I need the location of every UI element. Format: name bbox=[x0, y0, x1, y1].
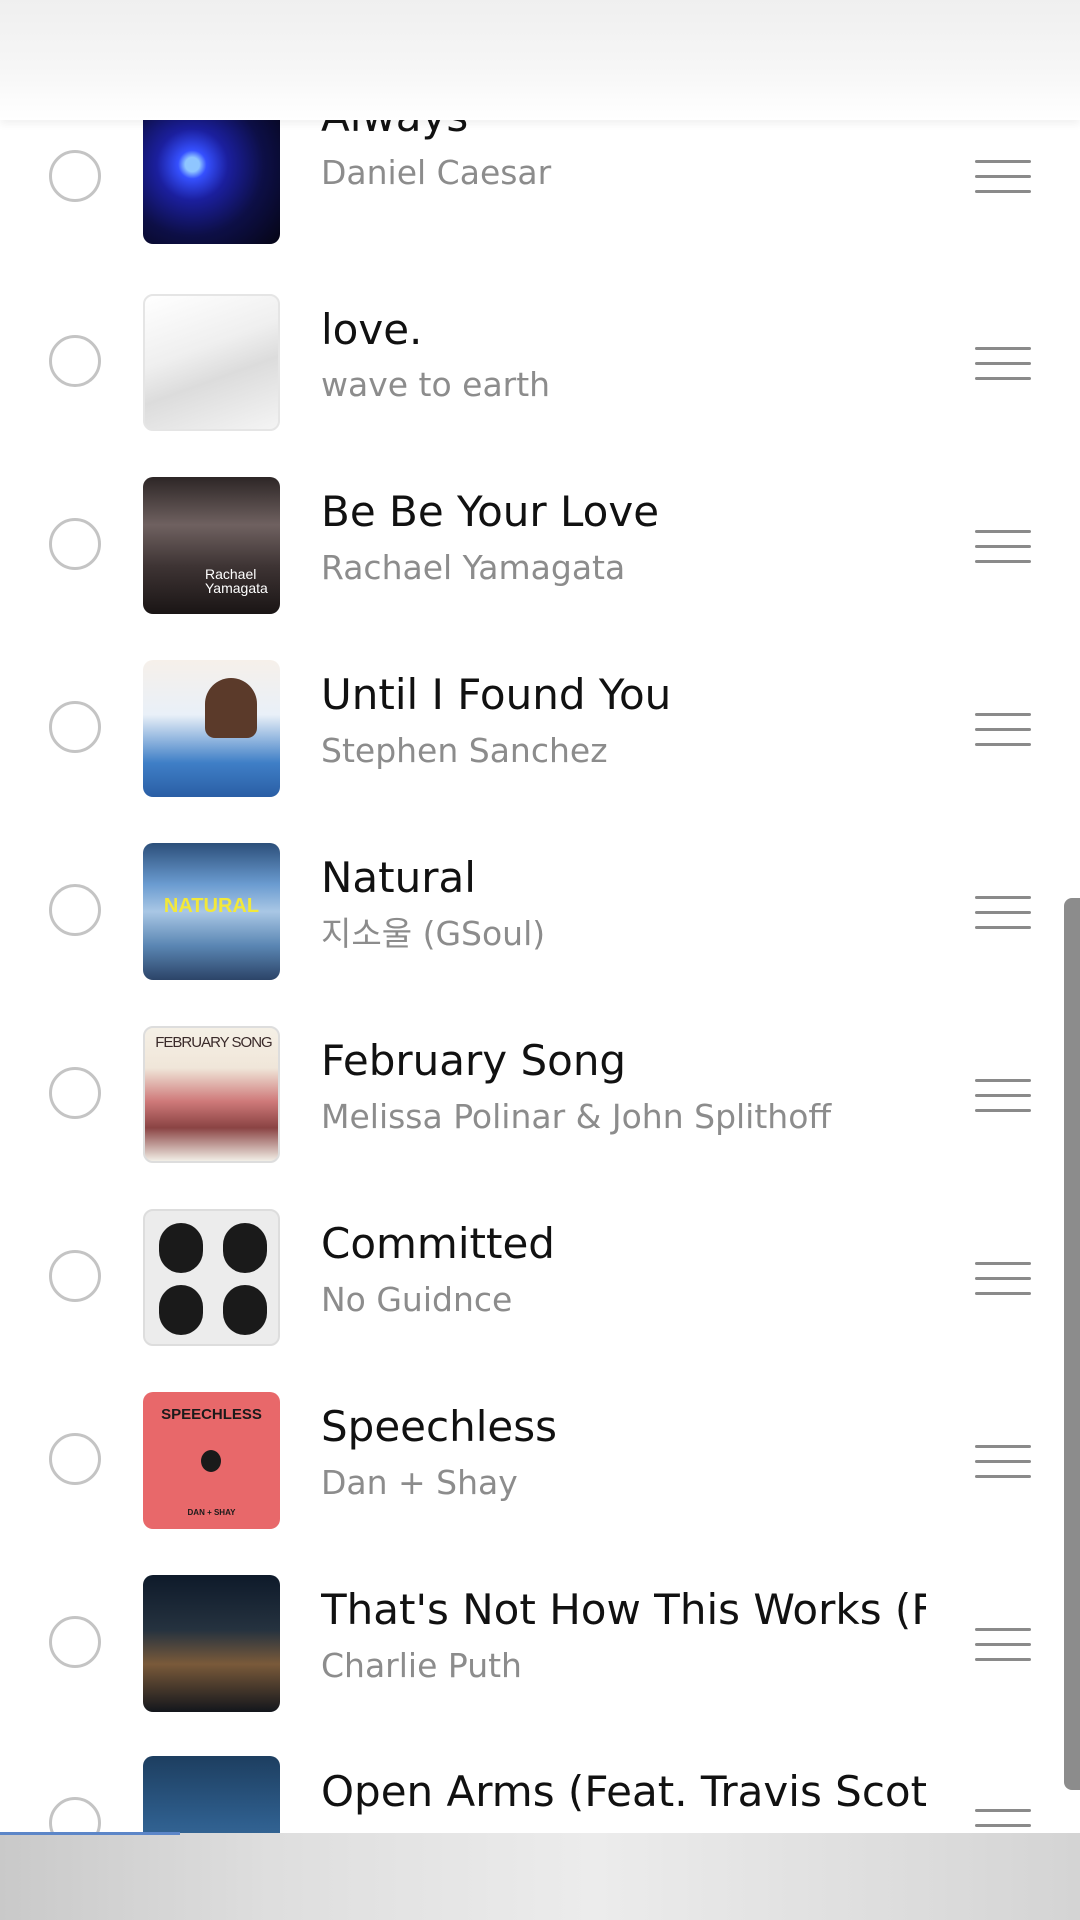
album-art-february-song: FEBRUARY SONG bbox=[143, 1026, 280, 1163]
track-title: Committed bbox=[321, 1219, 555, 1268]
drag-handle-icon[interactable] bbox=[975, 1079, 1031, 1112]
bottom-accent-line bbox=[0, 1832, 180, 1835]
track-row[interactable]: Until I Found You Stephen Sanchez bbox=[0, 639, 1080, 822]
track-title: Always bbox=[321, 120, 926, 142]
track-artist: Melissa Polinar & John Splithoff bbox=[321, 1097, 832, 1136]
track-title: Be Be Your Love bbox=[321, 487, 660, 536]
scrollbar[interactable] bbox=[1064, 898, 1080, 1790]
drag-handle-icon[interactable] bbox=[975, 1445, 1031, 1478]
album-art-speechless: SPEECHLESS DAN + SHAY bbox=[143, 1392, 280, 1529]
drag-handle-icon[interactable] bbox=[975, 1262, 1031, 1295]
track-artist: Rachael Yamagata bbox=[321, 548, 626, 587]
track-row[interactable]: That's Not How This Works (Fe.. Charlie … bbox=[0, 1554, 1080, 1737]
track-row[interactable]: SPEECHLESS DAN + SHAY Speechless Dan + S… bbox=[0, 1371, 1080, 1554]
drag-handle-icon[interactable] bbox=[975, 530, 1031, 563]
track-title: That's Not How This Works (Fe.. bbox=[321, 1585, 926, 1634]
track-title: Until I Found You bbox=[321, 670, 672, 719]
select-checkbox[interactable] bbox=[49, 1797, 101, 1833]
album-art-label: SPEECHLESS bbox=[161, 1406, 262, 1423]
silhouette-shape bbox=[159, 1223, 203, 1273]
select-checkbox[interactable] bbox=[49, 1433, 101, 1485]
track-title: Speechless bbox=[321, 1402, 557, 1451]
track-title: Open Arms (Feat. Travis Scott) bbox=[321, 1767, 926, 1816]
album-art-label: Rachael Yamagata bbox=[205, 566, 268, 596]
drag-handle-icon[interactable] bbox=[975, 1628, 1031, 1661]
top-app-bar bbox=[0, 0, 1080, 120]
select-checkbox[interactable] bbox=[49, 701, 101, 753]
track-list[interactable]: Always Daniel Caesar love. wave to earth… bbox=[0, 120, 1080, 1833]
album-art-label: NATURAL bbox=[163, 895, 260, 917]
silhouette-shape bbox=[223, 1223, 267, 1273]
track-artist: Stephen Sanchez bbox=[321, 731, 608, 770]
drag-handle-icon[interactable] bbox=[975, 713, 1031, 746]
drag-handle-icon[interactable] bbox=[975, 1809, 1031, 1833]
album-art-label: FEBRUARY SONG bbox=[155, 1034, 272, 1051]
portrait-shape bbox=[205, 678, 257, 738]
bottom-bar bbox=[0, 1833, 1080, 1920]
track-row[interactable]: love. wave to earth bbox=[0, 273, 1080, 456]
track-title: Natural bbox=[321, 853, 476, 902]
album-art-thats-not-how-this-works bbox=[143, 1575, 280, 1712]
drag-handle-icon[interactable] bbox=[975, 347, 1031, 380]
track-row[interactable]: Rachael Yamagata Be Be Your Love Rachael… bbox=[0, 456, 1080, 639]
select-checkbox[interactable] bbox=[49, 1616, 101, 1668]
track-title: February Song bbox=[321, 1036, 627, 1085]
album-art-until-i-found-you bbox=[143, 660, 280, 797]
album-art-be-be-your-love: Rachael Yamagata bbox=[143, 477, 280, 614]
track-artist: wave to earth bbox=[321, 365, 551, 404]
track-row[interactable]: FEBRUARY SONG February Song Melissa Poli… bbox=[0, 1005, 1080, 1188]
track-title: love. bbox=[321, 305, 423, 354]
album-art-always bbox=[143, 120, 280, 244]
select-checkbox[interactable] bbox=[49, 1250, 101, 1302]
select-checkbox[interactable] bbox=[49, 884, 101, 936]
select-checkbox[interactable] bbox=[49, 335, 101, 387]
track-artist: Dan + Shay bbox=[321, 1463, 518, 1502]
track-row[interactable]: Always Daniel Caesar bbox=[0, 120, 1080, 273]
track-artist: Charlie Puth bbox=[321, 1646, 522, 1685]
track-row[interactable]: Open Arms (Feat. Travis Scott) bbox=[0, 1737, 1080, 1833]
silhouette-shape bbox=[159, 1285, 203, 1335]
track-row[interactable]: Committed No Guidnce bbox=[0, 1188, 1080, 1371]
select-checkbox[interactable] bbox=[49, 1067, 101, 1119]
album-art-sublabel: DAN + SHAY bbox=[187, 1508, 236, 1517]
track-artist: No Guidnce bbox=[321, 1280, 513, 1319]
album-art-open-arms bbox=[143, 1756, 280, 1833]
drag-handle-icon[interactable] bbox=[975, 896, 1031, 929]
track-artist: 지소울 (GSoul) bbox=[321, 914, 546, 953]
silhouette-shape bbox=[223, 1285, 267, 1335]
track-artist: Daniel Caesar bbox=[321, 153, 552, 192]
album-art-natural: NATURAL bbox=[143, 843, 280, 980]
select-checkbox[interactable] bbox=[49, 518, 101, 570]
track-row[interactable]: NATURAL Natural 지소울 (GSoul) bbox=[0, 822, 1080, 1005]
select-checkbox[interactable] bbox=[49, 150, 101, 202]
album-art-love bbox=[143, 294, 280, 431]
album-art-emblem bbox=[201, 1450, 221, 1472]
drag-handle-icon[interactable] bbox=[975, 160, 1031, 193]
album-art-committed bbox=[143, 1209, 280, 1346]
